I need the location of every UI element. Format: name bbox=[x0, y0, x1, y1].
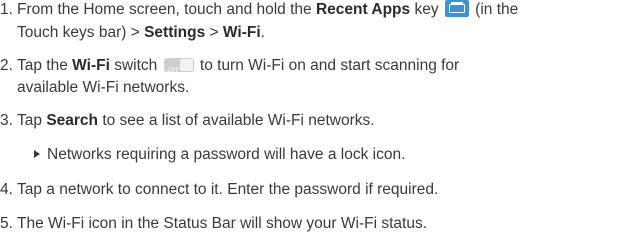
step-number: 2. bbox=[0, 57, 13, 74]
step-number: 1. bbox=[0, 1, 13, 18]
bullet-line: Networks requiring a password will have … bbox=[34, 145, 405, 165]
step-1-line-2: Touch keys bar) > Settings > Wi-Fi. bbox=[17, 24, 265, 41]
step-number: 3. bbox=[0, 112, 13, 129]
settings-label: Settings bbox=[144, 24, 206, 41]
bullet-arrow-icon bbox=[34, 150, 40, 158]
step-3-line-1: Tap Search to see a list of available Wi… bbox=[17, 112, 375, 129]
step-1-line-1: From the Home screen, touch and hold the… bbox=[17, 0, 519, 18]
step-2: 2. Tap the Wi-Fi switch OFF to turn Wi-F… bbox=[0, 56, 638, 104]
wifi-switch-icon: OFF bbox=[163, 58, 194, 74]
wifi-label: Wi-Fi bbox=[72, 57, 110, 74]
recent-apps-label: Recent Apps bbox=[315, 1, 411, 18]
step-4: 4. Tap a network to connect to it. Enter… bbox=[0, 180, 638, 202]
step-number: 5. bbox=[0, 215, 13, 232]
step-number: 4. bbox=[0, 181, 13, 198]
wifi-label: Wi-Fi bbox=[222, 24, 261, 41]
step-5: 5. The Wi-Fi icon in the Status Bar will… bbox=[0, 214, 638, 236]
step-1: 1. From the Home screen, touch and hold … bbox=[0, 0, 638, 48]
search-label: Search bbox=[46, 112, 99, 129]
step-2-line-2: available Wi-Fi networks. bbox=[17, 79, 190, 96]
step-3: 3. Tap Search to see a list of available… bbox=[0, 111, 638, 133]
step-2-line-1: Tap the Wi-Fi switch OFF to turn Wi-Fi o… bbox=[17, 57, 460, 74]
step-5-text: The Wi-Fi icon in the Status Bar will sh… bbox=[17, 215, 428, 232]
recent-apps-key-icon bbox=[444, 0, 469, 17]
step-3-bullet: Networks requiring a password will have … bbox=[0, 145, 638, 167]
step-4-text: Tap a network to connect to it. Enter th… bbox=[17, 181, 439, 198]
